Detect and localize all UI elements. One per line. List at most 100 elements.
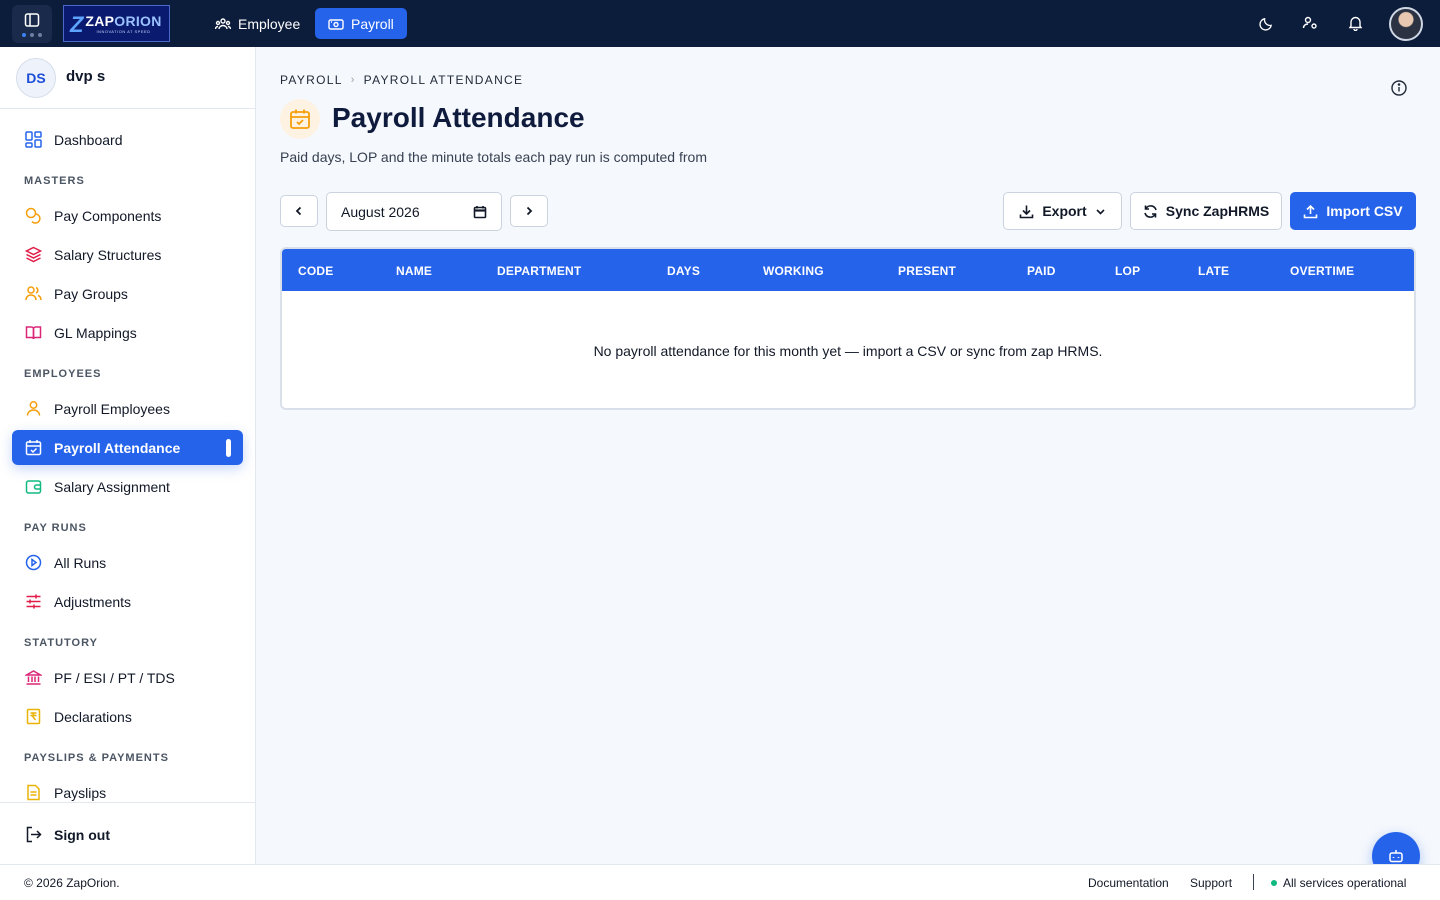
sidebar-item-payroll-employees[interactable]: Payroll Employees xyxy=(12,391,243,426)
upload-icon xyxy=(1304,204,1318,218)
footer-link-documentation[interactable]: Documentation xyxy=(1088,876,1169,890)
sign-out-button[interactable]: Sign out xyxy=(12,817,243,852)
top-navbar: Z ZAPORION INNOVATION AT SPEED Employee … xyxy=(0,0,1440,47)
column-header-present[interactable]: PRESENT xyxy=(898,264,956,278)
status-dot-icon xyxy=(1271,880,1277,886)
dashboard-grid-icon xyxy=(24,131,42,149)
column-header-late[interactable]: LATE xyxy=(1198,264,1229,278)
column-header-working[interactable]: WORKING xyxy=(763,264,824,278)
user-avatar: DS xyxy=(16,57,56,98)
sidebar-item-label: Adjustments xyxy=(54,593,132,610)
sync-zaphrms-button[interactable]: Sync ZapHRMS xyxy=(1130,192,1282,230)
next-month-button[interactable] xyxy=(510,195,548,227)
sidebar-item-gl-mappings[interactable]: GL Mappings xyxy=(12,315,243,350)
breadcrumb: PAYROLL › PAYROLL ATTENDANCE xyxy=(280,73,523,87)
sidebar-item-label: Payroll Employees xyxy=(54,400,170,417)
sidebar-item-statutory[interactable]: PF / ESI / PT / TDS xyxy=(12,660,243,695)
active-indicator xyxy=(226,439,231,457)
page-subtitle: Paid days, LOP and the minute totals eac… xyxy=(280,149,707,165)
book-open-icon xyxy=(24,324,42,342)
calendar-check-icon xyxy=(280,99,320,139)
column-header-lop[interactable]: LOP xyxy=(1115,264,1140,278)
chevron-down-icon xyxy=(1096,208,1105,215)
section-payslips-payments: PAYSLIPS & PAYMENTS xyxy=(24,752,169,764)
sidebar-item-label: Salary Structures xyxy=(54,246,162,263)
attendance-table: CODE NAME DEPARTMENT DAYS WORKING PRESEN… xyxy=(280,247,1416,410)
bank-icon xyxy=(24,669,42,687)
sidebar-item-salary-structures[interactable]: Salary Structures xyxy=(12,237,243,272)
sidebar-user[interactable]: DS dvp s xyxy=(0,47,255,109)
profile-avatar[interactable] xyxy=(1389,7,1423,41)
column-header-code[interactable]: CODE xyxy=(298,264,333,278)
column-header-days[interactable]: DAYS xyxy=(667,264,700,278)
sidebar-item-salary-assignment[interactable]: Salary Assignment xyxy=(12,469,243,504)
file-text-icon xyxy=(24,784,42,802)
sidebar-item-pay-components[interactable]: Pay Components xyxy=(12,198,243,233)
user-icon xyxy=(24,400,42,418)
breadcrumb-current: PAYROLL ATTENDANCE xyxy=(363,73,524,87)
wallet-icon xyxy=(24,478,42,496)
calendar-icon[interactable] xyxy=(473,205,487,219)
sync-label: Sync ZapHRMS xyxy=(1165,203,1270,219)
tab-employee[interactable]: Employee xyxy=(202,8,313,39)
info-icon[interactable] xyxy=(1390,79,1408,97)
month-picker-input[interactable]: August 2026 xyxy=(326,192,502,231)
tab-payroll-label: Payroll xyxy=(351,15,394,32)
service-status[interactable]: All services operational xyxy=(1271,876,1406,890)
export-label: Export xyxy=(1042,203,1087,219)
sidebar-item-dashboard[interactable]: Dashboard xyxy=(12,122,243,157)
logo-mark-icon: Z xyxy=(70,12,84,37)
breadcrumb-payroll[interactable]: PAYROLL xyxy=(280,73,343,87)
footer: © 2026 ZapOrion. Documentation Support A… xyxy=(0,864,1440,900)
tab-payroll[interactable]: Payroll xyxy=(315,8,407,39)
sidebar-item-label: All Runs xyxy=(54,554,107,571)
page-title: Payroll Attendance xyxy=(332,102,585,133)
sidebar-item-label: GL Mappings xyxy=(54,324,137,341)
previous-month-button[interactable] xyxy=(280,195,318,227)
logo-wordmark: ZAPORION xyxy=(85,13,162,29)
sidebar-item-label: Payslips xyxy=(54,784,107,801)
export-button[interactable]: Export xyxy=(1003,192,1122,230)
theme-toggle-button[interactable] xyxy=(1255,12,1277,34)
notifications-button[interactable] xyxy=(1344,12,1366,34)
user-settings-button[interactable] xyxy=(1299,12,1321,34)
chevron-left-icon xyxy=(295,206,302,216)
sidebar-toggle-button[interactable] xyxy=(12,5,52,43)
column-header-department[interactable]: DEPARTMENT xyxy=(497,264,581,278)
import-csv-button[interactable]: Import CSV xyxy=(1290,192,1416,230)
section-pay-runs: PAY RUNS xyxy=(24,522,87,534)
bell-icon xyxy=(1348,16,1362,31)
sidebar-footer: Sign out xyxy=(0,802,255,864)
section-employees: EMPLOYEES xyxy=(24,368,102,380)
sidebar-item-all-runs[interactable]: All Runs xyxy=(12,545,243,580)
logo-tagline: INNOVATION AT SPEED xyxy=(96,29,151,34)
sidebar-item-declarations[interactable]: Declarations xyxy=(12,699,243,734)
sidebar-item-adjustments[interactable]: Adjustments xyxy=(12,584,243,619)
sign-out-label: Sign out xyxy=(54,826,110,843)
zaporion-logo[interactable]: Z ZAPORION INNOVATION AT SPEED xyxy=(63,5,170,42)
import-label: Import CSV xyxy=(1326,203,1403,219)
receipt-rupee-icon xyxy=(24,708,42,726)
layers-icon xyxy=(24,246,42,264)
table-empty-state: No payroll attendance for this month yet… xyxy=(593,343,1103,359)
refresh-icon xyxy=(1143,204,1157,218)
sidebar: DS dvp s Dashboard MASTERS Pay Component… xyxy=(0,47,256,864)
sliders-icon xyxy=(24,593,42,611)
sidebar-item-payroll-attendance[interactable]: Payroll Attendance xyxy=(12,430,243,465)
column-header-overtime[interactable]: OVERTIME xyxy=(1290,264,1354,278)
chevron-right-icon: › xyxy=(350,74,356,86)
play-circle-icon xyxy=(24,554,42,572)
column-header-paid[interactable]: PAID xyxy=(1027,264,1056,278)
column-header-name[interactable]: NAME xyxy=(396,264,432,278)
moon-icon xyxy=(1258,17,1272,31)
table-header: CODE NAME DEPARTMENT DAYS WORKING PRESEN… xyxy=(282,249,1414,291)
section-masters: MASTERS xyxy=(24,175,85,187)
bot-icon xyxy=(1389,850,1403,863)
footer-link-support[interactable]: Support xyxy=(1190,876,1232,890)
users-icon xyxy=(215,17,231,29)
sidebar-item-pay-groups[interactable]: Pay Groups xyxy=(12,276,243,311)
tab-employee-label: Employee xyxy=(238,15,301,32)
chevron-right-icon xyxy=(526,206,533,216)
sidebar-item-label: Declarations xyxy=(54,708,132,725)
user-cog-icon xyxy=(1302,16,1317,29)
